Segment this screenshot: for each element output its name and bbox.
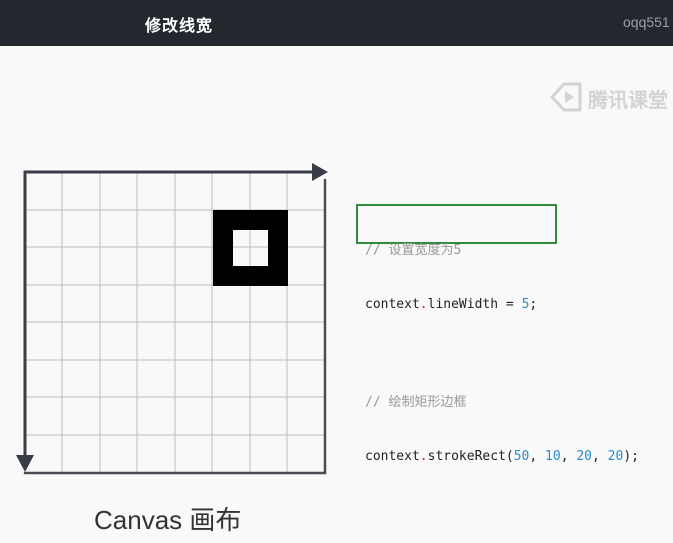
watermark-text: 腾讯课堂 — [588, 88, 668, 112]
code-line-strokerect: context.strokeRect(50, 10, 20, 20); — [365, 449, 639, 464]
code-comment-1: // 设置宽度为5 — [365, 243, 462, 258]
canvas-caption: Canvas 画布 — [94, 505, 242, 535]
code-block: // 设置宽度为5 context.lineWidth = 5; // 绘制矩形… — [365, 206, 639, 484]
play-logo-icon — [550, 82, 582, 112]
code-line-linewidth: context.lineWidth = 5; — [365, 297, 538, 312]
canvas-grid — [16, 163, 328, 475]
page-title: 修改线宽 — [145, 16, 214, 35]
top-bar: 修改线宽 oqq551 — [0, 0, 673, 46]
watermark: 腾讯课堂 — [546, 76, 673, 116]
canvas-diagram — [0, 150, 340, 494]
user-name[interactable]: oqq551 — [623, 14, 670, 30]
x-axis-arrowhead — [312, 163, 328, 181]
code-comment-2: // 绘制矩形边框 — [365, 395, 467, 410]
y-axis-arrowhead — [16, 455, 34, 472]
